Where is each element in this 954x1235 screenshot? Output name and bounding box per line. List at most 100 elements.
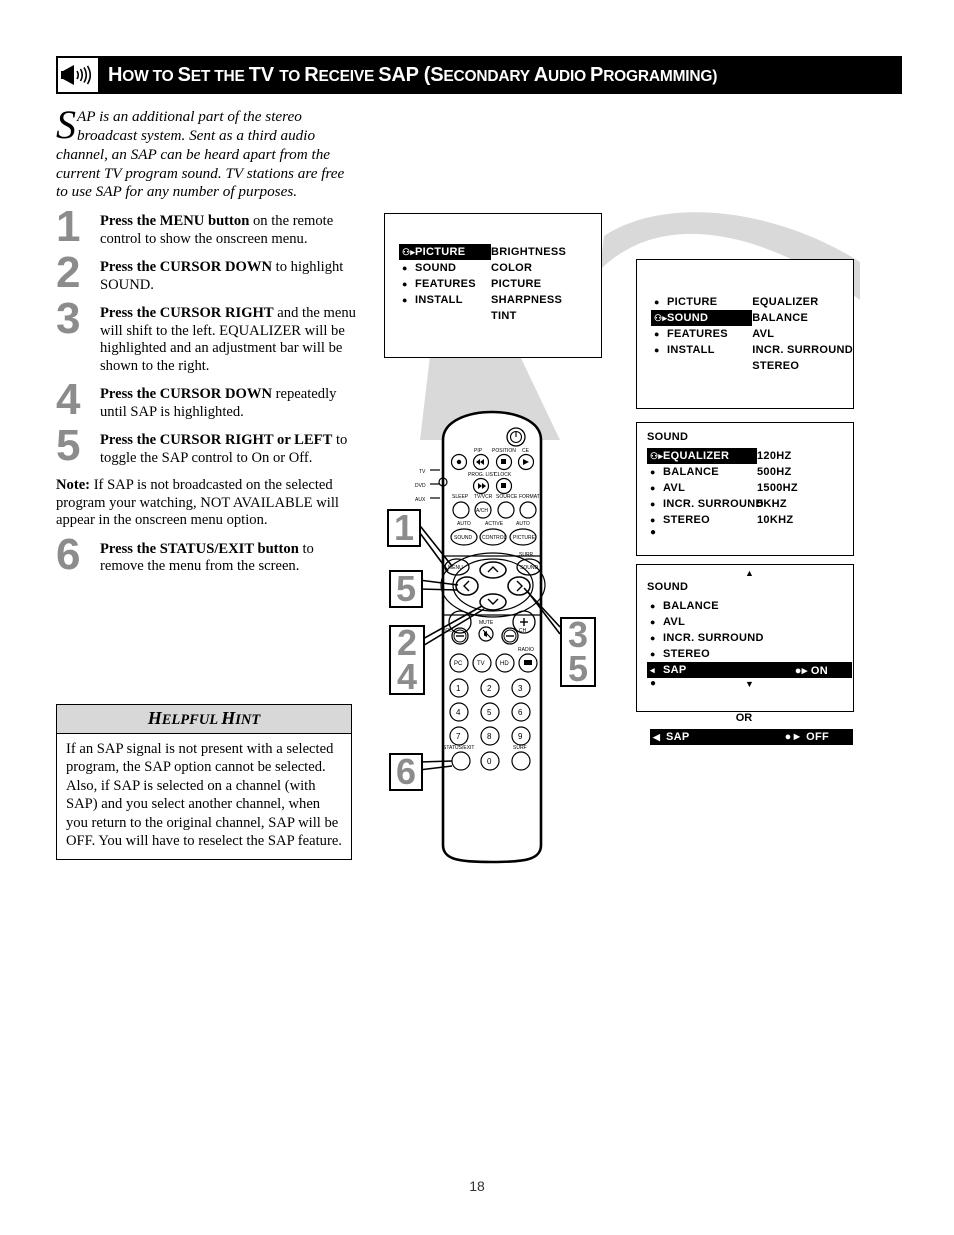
bullet-icon: ●	[650, 632, 656, 643]
osd-submenu-item: INCR. SURROUND	[752, 344, 853, 356]
step-4: 4 Press the CURSOR DOWN repeatedly until …	[56, 378, 356, 422]
step-action: Press the CURSOR RIGHT or LEFT	[100, 432, 333, 449]
svg-text:PC: PC	[454, 661, 463, 667]
osd-menu-item[interactable]: ● INCR. SURROUND	[647, 630, 852, 646]
osd-or-separator: OR	[735, 712, 753, 724]
osd-menu-item-label: FEATURES	[415, 278, 476, 290]
instructions-column: S AP is an additional part of the stereo …	[56, 105, 356, 577]
scroll-up-icon[interactable]: ▲	[745, 568, 754, 578]
step-number: 5	[56, 421, 81, 471]
intro-paragraph: S AP is an additional part of the stereo …	[56, 105, 356, 202]
osd-sap-off-row[interactable]: ◀ SAP ●► OFF	[650, 729, 853, 745]
note-label: Note:	[56, 477, 91, 494]
callout-number: 4	[396, 656, 418, 697]
osd-menu-item-label: FEATURES	[667, 328, 728, 340]
svg-text:3: 3	[518, 684, 523, 693]
osd-menu-item[interactable]: ● STEREO	[647, 646, 852, 662]
osd-menu-item-label: INCR. SURROUND	[663, 632, 764, 644]
step-action: Press the STATUS/EXIT button	[100, 540, 299, 557]
osd-panel-sound-equalizer[interactable]: SOUND ⚇▸ EQUALIZER ● BALANCE ● AVL ● INCR. SURR…	[636, 422, 854, 556]
left-arrow-icon: ◂	[650, 664, 655, 675]
osd-left-column[interactable]: ● PICTURE ⚇▸ SOUND ● FEATURES ● INSTALL	[651, 294, 753, 374]
osd-menu-item[interactable]: ● FEATURES	[651, 326, 752, 342]
osd-panel-sound-sap[interactable]: ▲ ▼ SOUND ● BALANCE ● AVL ● INCR. SURROUND ● ST…	[636, 564, 854, 712]
bullet-icon: ●	[650, 648, 656, 659]
step-number: 3	[56, 294, 81, 344]
osd-menu-item[interactable]: ● AVL	[647, 480, 757, 496]
step-text: Press the MENU button on the remote cont…	[100, 209, 356, 248]
osd-menu-item-label: BALANCE	[663, 600, 719, 612]
osd-menu-item[interactable]: ● INSTALL	[399, 292, 491, 308]
svg-text:VOL: VOL	[442, 628, 452, 634]
osd-menu-item[interactable]: ● INSTALL	[651, 342, 752, 358]
osd-sap-label: SAP	[666, 731, 690, 743]
speaker-sound-icon	[58, 58, 98, 92]
helpful-hint-title: HELPFUL HINT	[57, 705, 351, 734]
bullet-icon: ●	[654, 344, 660, 355]
step-action: Press the CURSOR RIGHT	[100, 305, 274, 322]
step-action: Press the CURSOR DOWN	[100, 259, 273, 276]
bullet-icon: ●	[402, 262, 408, 273]
osd-left-column[interactable]: ⚇▸ EQUALIZER ● BALANCE ● AVL ● INCR. SURROUND ● S…	[647, 448, 763, 528]
osd-menu-item-label: SOUND	[667, 312, 709, 324]
osd-menu-item[interactable]: ● INCR. SURROUND	[647, 496, 763, 512]
osd-submenu-item: 1500HZ	[757, 482, 798, 494]
osd-menu-item[interactable]: ⚇▸ SOUND	[651, 310, 753, 326]
step-2: 2 Press the CURSOR DOWN to highlight SOUN…	[56, 248, 356, 298]
osd-menu-item[interactable]: ● AVL	[647, 614, 852, 630]
osd-submenu-item: 500HZ	[757, 466, 792, 478]
svg-text:CLOCK: CLOCK	[494, 472, 512, 478]
osd-menu-item[interactable]: ● SOUND	[399, 260, 491, 276]
cursor-marker-icon: ⚇▸	[402, 246, 416, 257]
osd-submenu-item: 5KHZ	[757, 498, 787, 510]
osd-submenu-item: 10KHZ	[757, 514, 794, 526]
osd-submenu-item: TINT	[491, 310, 517, 322]
step-number: 2	[56, 248, 81, 298]
svg-text:PIP: PIP	[474, 448, 483, 454]
osd-submenu-item: BRIGHTNESS	[491, 246, 567, 258]
osd-left-column[interactable]: ⚇▸ PICTURE ● SOUND ● FEATURES ● INSTALL	[399, 244, 491, 324]
svg-text:SURR.: SURR.	[519, 552, 535, 558]
svg-text:PICTURE: PICTURE	[513, 535, 536, 541]
step-text: Press the STATUS/EXIT button to remove t…	[100, 537, 356, 576]
osd-panel-main-menu-sound[interactable]: ● PICTURE ⚇▸ SOUND ● FEATURES ● INSTALL EQUALIZ…	[636, 259, 854, 409]
osd-menu-item[interactable]: ● FEATURES	[399, 276, 491, 292]
osd-submenu-item: STEREO	[752, 360, 800, 372]
svg-text:PROG. LIST: PROG. LIST	[468, 472, 496, 478]
osd-menu-item-label: AVL	[663, 616, 686, 628]
osd-menu-item[interactable]: ● BALANCE	[647, 464, 757, 480]
osd-sap-value: ●► OFF	[784, 731, 829, 743]
remote-control-illustration: TV DVD AUX PIP POSITION CE PROG. LIST CL…	[415, 410, 546, 864]
osd-menu-item-label: INCR. SURROUND	[663, 498, 764, 510]
osd-menu-item[interactable]: ⚇▸ EQUALIZER	[647, 448, 757, 464]
svg-text:POSITION: POSITION	[492, 448, 516, 454]
callout-number: 5	[395, 567, 417, 609]
note-block: Note: If SAP is not broadcasted on the s…	[56, 477, 356, 530]
svg-text:SOURCE: SOURCE	[496, 494, 518, 500]
step-6: 6 Press the STATUS/EXIT button to remove …	[56, 532, 356, 576]
osd-menu-item[interactable]: ● BALANCE	[647, 598, 852, 614]
osd-menu-item-label: STEREO	[663, 648, 711, 660]
scroll-indicator-icon: ●	[650, 527, 657, 538]
svg-text:AUTO: AUTO	[457, 521, 471, 527]
scroll-down-icon[interactable]: ▼	[745, 679, 754, 689]
svg-text:0: 0	[487, 757, 492, 766]
osd-submenu-item: EQUALIZER	[752, 296, 819, 308]
callout-number: 1	[393, 506, 415, 548]
osd-panel-main-menu-picture[interactable]: ⚇▸ PICTURE ● SOUND ● FEATURES ● INSTALL BRIGHTN…	[384, 213, 602, 358]
cursor-marker-icon: ⚇▸	[654, 312, 668, 323]
svg-text:7: 7	[456, 732, 461, 741]
osd-menu-item[interactable]: ◂ SAP ●▸ ON	[647, 662, 852, 678]
osd-menu-item[interactable]: ⚇▸ PICTURE	[399, 244, 491, 260]
svg-text:RADIO: RADIO	[518, 647, 534, 653]
osd-menu-item-label: SOUND	[415, 262, 457, 274]
callout-step-3-5: 35	[560, 616, 596, 687]
osd-item-list[interactable]: ● BALANCE ● AVL ● INCR. SURROUND ● STEREO ◂ SAP ●▸…	[647, 598, 853, 678]
osd-menu-item[interactable]: ● STEREO	[647, 512, 757, 528]
osd-right-column: BRIGHTNESS COLOR PICTURE SHARPNESS TINT	[491, 244, 566, 324]
step-text: Press the CURSOR RIGHT and the menu will…	[100, 301, 356, 375]
osd-menu-item[interactable]: ● PICTURE	[651, 294, 752, 310]
svg-text:DVD: DVD	[415, 483, 426, 489]
osd-menu-item-label: INSTALL	[415, 294, 463, 306]
osd-submenu-item: COLOR	[491, 262, 533, 274]
